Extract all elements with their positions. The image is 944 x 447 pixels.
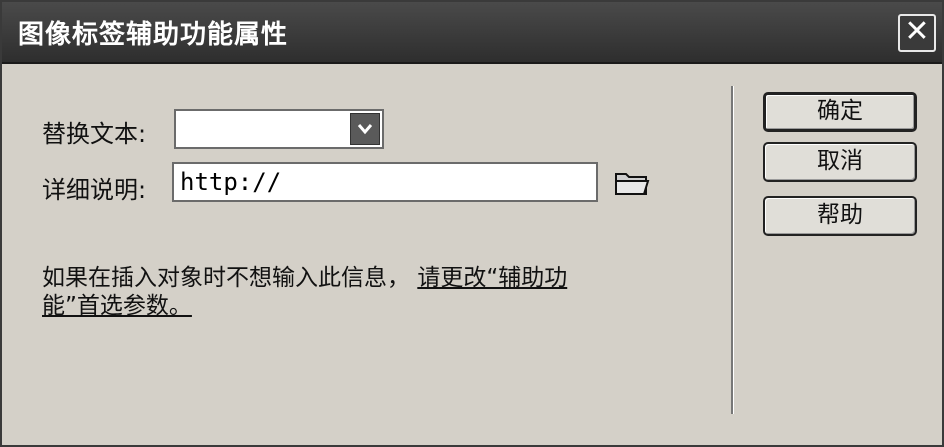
dialog-title: 图像标签辅助功能属性: [18, 20, 289, 50]
note-text: 如果在插入对象时不想输入此信息，: [42, 265, 410, 291]
dropdown-button[interactable]: [350, 113, 380, 145]
ok-button[interactable]: 确定: [763, 92, 917, 132]
long-desc-input[interactable]: http://: [172, 162, 598, 202]
long-desc-label: 详细说明:: [42, 176, 147, 204]
close-button[interactable]: ✕: [898, 14, 936, 52]
close-icon: ✕: [904, 14, 930, 49]
cancel-button[interactable]: 取消: [763, 142, 917, 182]
folder-icon: [615, 173, 650, 195]
vertical-divider: [731, 86, 734, 414]
chevron-down-icon: [357, 124, 373, 135]
help-button[interactable]: 帮助: [763, 196, 917, 236]
preferences-note: 如果在插入对象时不想输入此信息， 请更改“辅助功 能”首选参数。: [42, 264, 642, 320]
browse-folder-button[interactable]: [614, 168, 650, 200]
dialog-window: 图像标签辅助功能属性 ✕ 替换文本: 详细说明: http:// 如果在插入对象…: [0, 0, 944, 447]
title-bar[interactable]: 图像标签辅助功能属性 ✕: [2, 2, 942, 64]
alt-text-combobox[interactable]: [174, 109, 384, 149]
preferences-link-cont[interactable]: 能”首选参数。: [42, 293, 192, 319]
dialog-body: 替换文本: 详细说明: http:// 如果在插入对象时不想输入此信息， 请更改…: [2, 64, 942, 445]
alt-text-label: 替换文本:: [42, 120, 147, 148]
preferences-link[interactable]: 请更改“辅助功: [417, 265, 567, 291]
